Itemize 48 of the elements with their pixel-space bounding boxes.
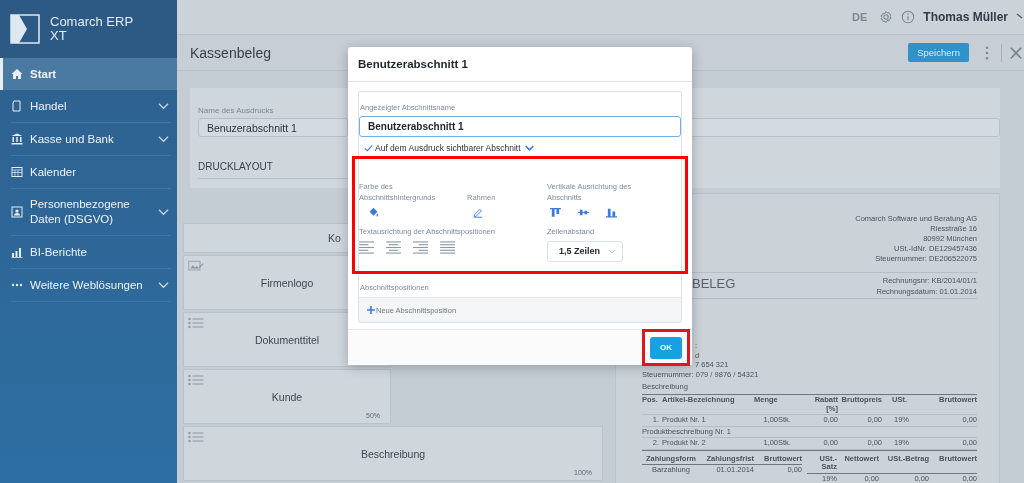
align-right-icon[interactable] — [413, 240, 428, 254]
align-center-icon[interactable] — [386, 240, 401, 254]
section-name: Beschreibung — [360, 447, 426, 460]
visibility-toggle[interactable]: Auf dem Ausdruck sichtbarer Abschnitt — [364, 143, 681, 153]
id-card-icon — [11, 206, 23, 218]
app-name: Comarch ERP XT — [50, 15, 134, 43]
field-label: Name des Ausdrucks — [198, 106, 274, 115]
language-code: DE — [852, 11, 868, 23]
nav-item[interactable]: Weitere Weblösungen — [11, 269, 171, 302]
bar-chart-icon — [11, 246, 23, 258]
plus-icon — [367, 306, 375, 314]
list-icon — [188, 317, 204, 329]
section-name: Ko — [328, 232, 341, 244]
calendar-icon — [11, 166, 23, 178]
save-button[interactable]: Speichern — [908, 43, 969, 62]
section-name: Kunde — [271, 390, 303, 403]
logo-icon — [10, 14, 40, 44]
home-icon — [11, 68, 23, 80]
close-icon[interactable] — [1010, 46, 1022, 59]
list-icon — [188, 374, 204, 386]
line-spacing-dropdown[interactable]: 1,5 Zeilen — [547, 240, 623, 262]
nav-item[interactable]: Handel — [11, 90, 171, 123]
section-name: Firmenlogo — [260, 276, 314, 289]
more-icon[interactable] — [985, 45, 989, 60]
settings-icon[interactable] — [879, 10, 894, 24]
nav-item[interactable]: Personenbezogene Daten (DSGVO) — [11, 189, 171, 236]
nav-item[interactable]: BI-Berichte — [11, 236, 171, 269]
list-icon — [188, 431, 204, 443]
align-top-icon[interactable] — [549, 206, 562, 218]
paint-bucket-icon[interactable] — [367, 206, 380, 218]
page-title: Kassenbeleg — [190, 44, 272, 61]
align-left-icon[interactable] — [359, 240, 374, 254]
info-icon[interactable] — [901, 10, 916, 24]
nav-item[interactable]: Start — [0, 58, 177, 90]
document-title: BELEG — [692, 276, 736, 291]
user-name[interactable]: Thomas Müller — [923, 10, 1008, 24]
section-name: Dokumenttitel — [254, 333, 320, 346]
text-field[interactable]: Benuzerabschnitt 1 — [198, 118, 348, 137]
bank-icon — [11, 133, 23, 145]
image-edit-icon — [188, 260, 204, 272]
align-justify-icon[interactable] — [440, 240, 455, 254]
document-icon — [11, 100, 23, 112]
name-field[interactable]: Benutzerabschnitt 1 — [359, 116, 681, 137]
nav-item[interactable]: Kalender — [11, 156, 171, 189]
nav-item[interactable]: Kasse und Bank — [11, 123, 171, 156]
dialog-title: Benutzerabschnitt 1 — [348, 47, 692, 82]
pencil-icon[interactable] — [471, 206, 484, 218]
align-bottom-icon[interactable] — [605, 206, 618, 218]
